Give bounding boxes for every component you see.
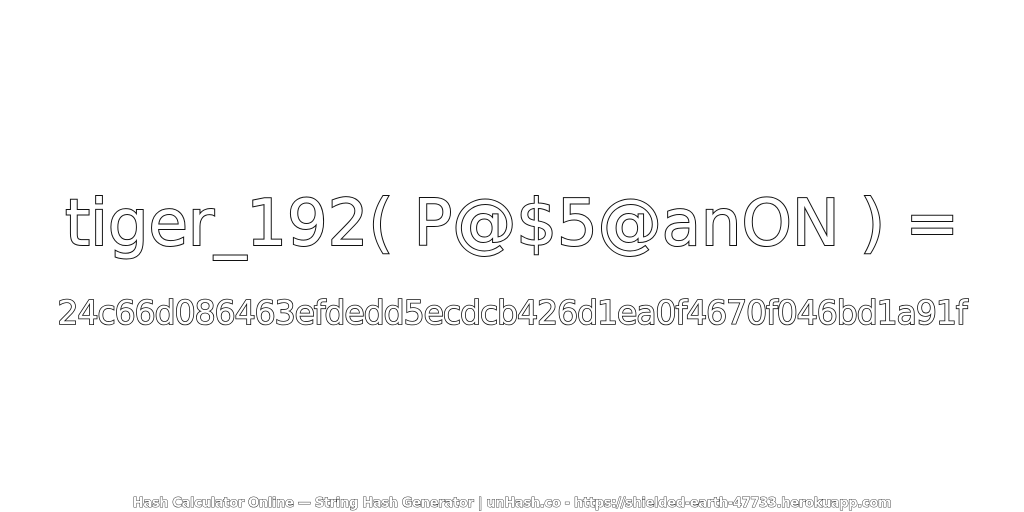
hash-expression: tiger_192( P@$5@anON ) = [64,186,960,262]
hash-value: 24c66d086463efdedd5ecdcb426d1ea0f4670f04… [57,292,969,333]
footer-credit: Hash Calculator Online — String Hash Gen… [132,496,892,512]
hash-result-image: tiger_192( P@$5@anON ) = 24c66d086463efd… [0,0,1024,512]
